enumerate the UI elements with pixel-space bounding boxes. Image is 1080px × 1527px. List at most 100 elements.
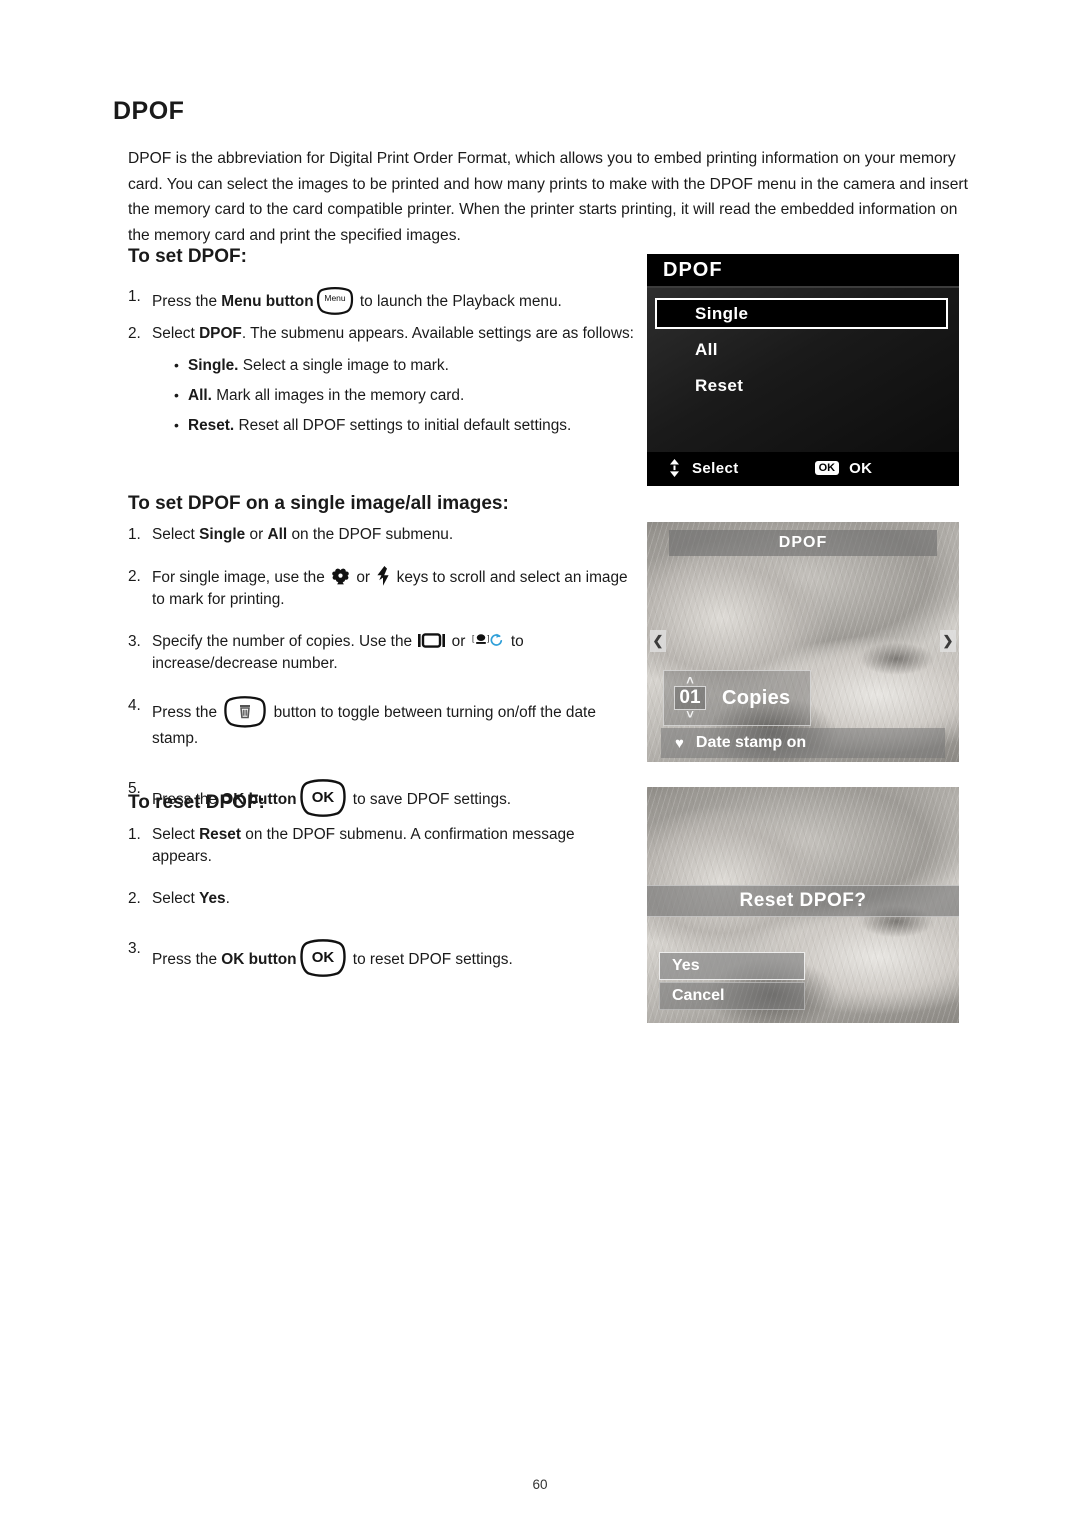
- ok-badge-icon: OK: [814, 461, 840, 475]
- step-item: 1. Press the Menu button Menu to launch t…: [128, 286, 638, 315]
- step-text-tail: to launch the Playback menu.: [355, 293, 562, 310]
- step-item: 3. Press the OK button OK to reset DPOF s…: [128, 938, 638, 978]
- screen-title: DPOF: [647, 254, 959, 288]
- step-item: 4. Press the button to toggle between tur…: [128, 695, 638, 750]
- dpof-settings-list: • Single. Select a single image to mark. …: [152, 355, 638, 437]
- confirm-option-cancel[interactable]: Cancel: [659, 982, 805, 1010]
- step-bold: DPOF: [199, 325, 242, 342]
- page-number: 60: [532, 1477, 548, 1492]
- screen-footer-hints: Select OK OK: [647, 452, 959, 484]
- setting-term: Single.: [188, 357, 239, 374]
- copies-label: Copies: [722, 686, 791, 709]
- page-title: DPOF: [113, 97, 185, 125]
- menu-item-reset[interactable]: Reset: [655, 370, 947, 401]
- step-text: Select: [152, 526, 200, 543]
- reset-confirm-banner: Reset DPOF?: [647, 885, 959, 917]
- svg-text:Menu: Menu: [324, 293, 346, 303]
- setting-desc: Mark all images in the memory card.: [211, 387, 465, 404]
- steps-to-set-dpof-single: 1. Select Single or All on the DPOF subme…: [128, 524, 638, 826]
- step-bold: Menu button: [221, 293, 314, 310]
- svg-text:OK: OK: [311, 949, 334, 966]
- previous-image-arrow-icon[interactable]: ❮: [650, 630, 666, 652]
- step-item: 2. Select DPOF. The submenu appears. Avai…: [128, 323, 638, 437]
- list-item: • All. Mark all images in the memory card…: [152, 385, 638, 407]
- footer-ok-label: OK: [849, 459, 873, 477]
- setting-desc: Select a single image to mark.: [238, 357, 449, 374]
- step-bold: Reset: [199, 826, 241, 843]
- screen-title: DPOF: [669, 530, 937, 556]
- menu-button-icon: Menu: [316, 286, 354, 315]
- step-text: Specify the number of copies. Use the: [152, 633, 417, 650]
- step-text: Press the: [152, 293, 222, 310]
- menu-item-single[interactable]: Single: [655, 298, 948, 329]
- bullet-icon: •: [174, 357, 179, 373]
- camera-screen-reset-confirm: Reset DPOF? Yes Cancel: [647, 787, 959, 1023]
- up-down-arrow-icon: [669, 459, 680, 477]
- delete-button-icon: [223, 695, 267, 728]
- next-image-arrow-icon[interactable]: ❯: [940, 630, 956, 652]
- self-timer-icon: [ ]: [472, 632, 505, 649]
- section-heading-to-set-dpof-single: To set DPOF on a single image/all images…: [128, 493, 509, 514]
- setting-term: All.: [188, 387, 212, 404]
- manual-page: DPOF DPOF is the abbreviation for Digita…: [0, 0, 1080, 1527]
- step-number: 1.: [128, 826, 141, 843]
- step-item: 1. Select Reset on the DPOF submenu. A co…: [128, 824, 638, 868]
- display-icon: [418, 633, 446, 649]
- step-text-tail: . The submenu appears. Available setting…: [241, 325, 634, 342]
- step-item: 2. For single image, use the or keys to s…: [128, 566, 638, 611]
- step-text-tail: on the DPOF submenu.: [287, 526, 454, 543]
- step-number: 1.: [128, 288, 141, 305]
- steps-to-reset-dpof: 1. Select Reset on the DPOF submenu. A co…: [128, 824, 638, 986]
- step-text: or: [352, 569, 375, 586]
- menu-item-all[interactable]: All: [655, 334, 947, 365]
- step-text-tail: to reset DPOF settings.: [348, 951, 513, 968]
- heart-icon: ♥: [675, 734, 684, 752]
- step-number: 1.: [128, 526, 141, 543]
- step-text-tail: to save DPOF settings.: [348, 791, 512, 808]
- section-heading-to-reset-dpof: To reset DPOF:: [128, 792, 265, 813]
- step-item: 2. Select Yes.: [128, 888, 638, 910]
- step-text: For single image, use the: [152, 569, 330, 586]
- copies-stepper[interactable]: ˄ 01 ˅ Copies: [663, 670, 811, 726]
- camera-screen-dpof-copies: DPOF ❮ ❯ ˄ 01 ˅ Copies ♥ Date stamp on: [647, 522, 959, 762]
- steps-to-set-dpof: 1. Press the Menu button Menu to launch t…: [128, 286, 638, 445]
- confirm-option-yes[interactable]: Yes: [659, 952, 805, 980]
- setting-desc: Reset all DPOF settings to initial defau…: [234, 417, 572, 434]
- step-text: or: [245, 526, 268, 543]
- bullet-icon: •: [174, 417, 179, 433]
- step-bold: OK button: [221, 951, 297, 968]
- copies-spin-control[interactable]: ˄ 01 ˅: [664, 671, 716, 725]
- list-item: • Reset. Reset all DPOF settings to initi…: [152, 415, 638, 437]
- step-item: 1. Select Single or All on the DPOF subme…: [128, 524, 638, 546]
- date-stamp-status[interactable]: ♥ Date stamp on: [661, 728, 945, 758]
- step-number: 3.: [128, 940, 141, 957]
- step-text: Select: [152, 325, 200, 342]
- confirm-options: Yes Cancel: [659, 952, 805, 1012]
- chevron-down-icon[interactable]: ˅: [686, 708, 694, 721]
- step-text: or: [447, 633, 470, 650]
- svg-text:]: ]: [487, 634, 489, 643]
- step-number: 4.: [128, 697, 141, 714]
- chevron-up-icon[interactable]: ˄: [686, 674, 694, 687]
- step-text-tail: .: [225, 890, 230, 907]
- date-stamp-label: Date stamp on: [695, 734, 807, 751]
- step-text: Select: [152, 826, 200, 843]
- section-heading-to-set-dpof: To set DPOF:: [128, 246, 247, 267]
- step-text: Select: [152, 890, 200, 907]
- step-text: Press the: [152, 951, 222, 968]
- camera-screen-dpof-menu: DPOF Single All Reset Select OK OK: [647, 254, 959, 486]
- intro-paragraph: DPOF is the abbreviation for Digital Pri…: [128, 150, 968, 244]
- macro-flower-icon: [331, 568, 350, 585]
- svg-text:OK: OK: [311, 789, 334, 806]
- menu-list: Single All Reset: [647, 288, 959, 452]
- ok-button-icon: OK: [299, 938, 347, 978]
- step-bold: Yes: [199, 890, 226, 907]
- step-bold: Single: [199, 526, 246, 543]
- step-number: 2.: [128, 568, 141, 585]
- setting-term: Reset.: [188, 417, 235, 434]
- step-number: 2.: [128, 325, 141, 342]
- list-item: • Single. Select a single image to mark.: [152, 355, 638, 377]
- step-number: 2.: [128, 890, 141, 907]
- step-number: 3.: [128, 633, 141, 650]
- step-bold: All: [267, 526, 288, 543]
